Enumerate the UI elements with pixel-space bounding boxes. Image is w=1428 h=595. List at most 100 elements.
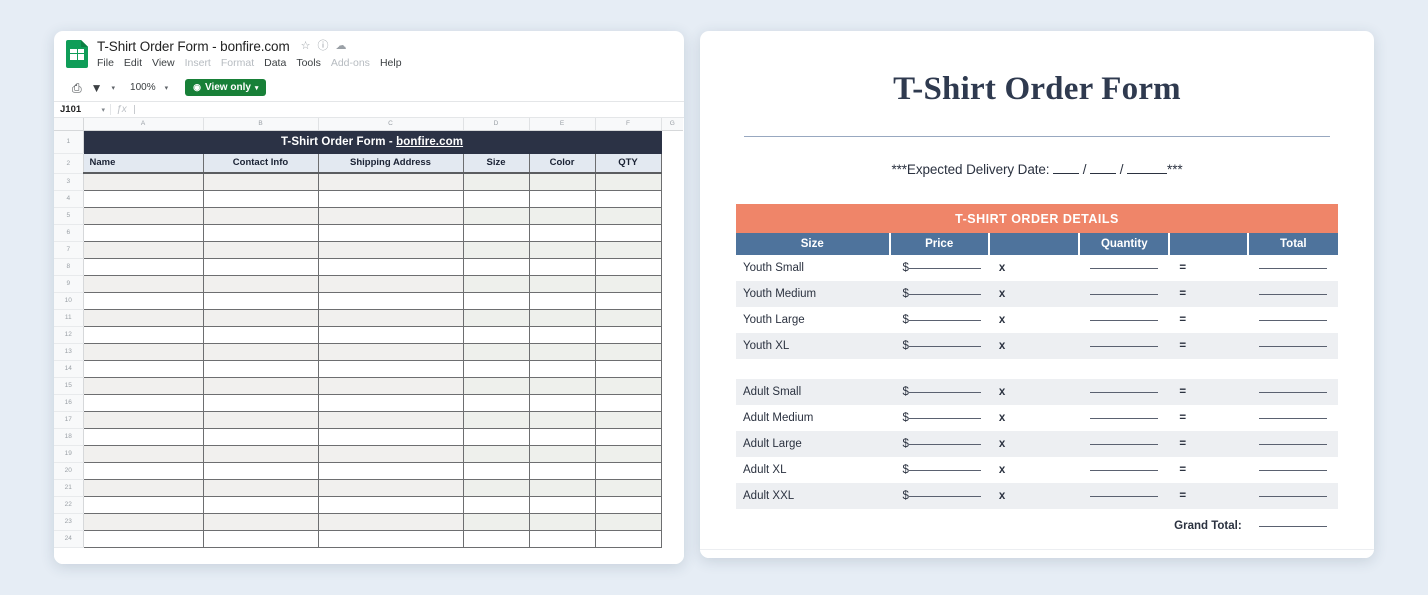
row-header-21[interactable]: 21 xyxy=(54,479,84,497)
cell-c10[interactable] xyxy=(318,292,464,310)
cell-e5[interactable] xyxy=(529,207,596,225)
cell-f15[interactable] xyxy=(595,377,662,395)
order-row-quantity-field[interactable] xyxy=(1079,431,1170,458)
cell-d7[interactable] xyxy=(463,241,530,259)
cell-e19[interactable] xyxy=(529,445,596,463)
cell-g23[interactable] xyxy=(661,513,683,530)
header-cell-size[interactable]: Size xyxy=(463,152,530,174)
cell-a11[interactable] xyxy=(82,309,204,327)
banner-title-cell[interactable]: T-Shirt Order Form - bonfire.com xyxy=(82,129,662,154)
order-row-total-field[interactable] xyxy=(1247,379,1338,406)
row-header-4[interactable]: 4 xyxy=(54,190,84,208)
cell-f5[interactable] xyxy=(595,207,662,225)
header-cell-contact[interactable]: Contact Info xyxy=(203,152,319,174)
order-row-total-field[interactable] xyxy=(1247,281,1338,308)
cell-f16[interactable] xyxy=(595,394,662,412)
cell-d4[interactable] xyxy=(463,190,530,208)
cell-a9[interactable] xyxy=(82,275,204,293)
menu-view[interactable]: View xyxy=(152,57,175,69)
menu-insert[interactable]: Insert xyxy=(185,57,211,69)
cell-e18[interactable] xyxy=(529,428,596,446)
total-blank-line[interactable] xyxy=(1258,294,1327,296)
order-row-quantity-field[interactable] xyxy=(1079,405,1169,431)
grand-total-blank-line[interactable] xyxy=(1258,526,1327,528)
order-row-total-field[interactable] xyxy=(1248,307,1338,333)
cell-b12[interactable] xyxy=(203,326,319,344)
cell-g16[interactable] xyxy=(661,394,683,411)
cell-a24[interactable] xyxy=(82,530,204,548)
row-header-13[interactable]: 13 xyxy=(54,343,84,361)
order-row-total-field[interactable] xyxy=(1247,431,1338,458)
cell-a17[interactable] xyxy=(82,411,204,429)
total-blank-line[interactable] xyxy=(1258,268,1327,270)
cell-a18[interactable] xyxy=(82,428,204,446)
order-row-price-field[interactable]: $ xyxy=(890,307,989,333)
order-row-total-field[interactable] xyxy=(1247,333,1338,360)
cell-b23[interactable] xyxy=(203,513,319,531)
cell-b7[interactable] xyxy=(203,241,319,259)
row-header-18[interactable]: 18 xyxy=(54,428,84,446)
order-row-quantity-field[interactable] xyxy=(1079,255,1169,281)
cell-g15[interactable] xyxy=(661,377,683,394)
cell-f14[interactable] xyxy=(595,360,662,378)
cell-d14[interactable] xyxy=(463,360,530,378)
cell-a23[interactable] xyxy=(82,513,204,531)
cell-g14[interactable] xyxy=(661,360,683,377)
cell-a13[interactable] xyxy=(82,343,204,361)
cell-c13[interactable] xyxy=(318,343,464,361)
cell-g8[interactable] xyxy=(661,258,683,275)
cell-b13[interactable] xyxy=(203,343,319,361)
price-blank-line[interactable] xyxy=(908,268,981,270)
menu-addons[interactable]: Add-ons xyxy=(331,57,370,69)
cell-c16[interactable] xyxy=(318,394,464,412)
cell-a19[interactable] xyxy=(82,445,204,463)
order-row-total-field[interactable] xyxy=(1248,255,1338,281)
cell-d3[interactable] xyxy=(463,173,530,191)
price-blank-line[interactable] xyxy=(908,470,981,472)
cell-a4[interactable] xyxy=(82,190,204,208)
header-cell-name[interactable]: Name xyxy=(83,152,204,174)
cell-b19[interactable] xyxy=(203,445,319,463)
banner-link[interactable]: bonfire.com xyxy=(396,136,463,148)
cell-b3[interactable] xyxy=(203,173,319,191)
cell-c24[interactable] xyxy=(318,530,464,548)
cell-e12[interactable] xyxy=(529,326,596,344)
order-row-total-field[interactable] xyxy=(1248,405,1338,431)
delivery-day-blank[interactable] xyxy=(1090,173,1117,175)
column-header-d[interactable]: D xyxy=(463,118,530,131)
cell-d22[interactable] xyxy=(463,496,530,514)
document-title[interactable]: T-Shirt Order Form - bonfire.com xyxy=(97,39,290,54)
cell-e15[interactable] xyxy=(529,377,596,395)
quantity-blank-line[interactable] xyxy=(1090,418,1159,420)
filter-icon[interactable]: ▼ xyxy=(91,82,103,94)
cell-b14[interactable] xyxy=(203,360,319,378)
view-only-button[interactable]: ◉ View only ▾ xyxy=(185,79,267,96)
cell-a22[interactable] xyxy=(82,496,204,514)
cell-f17[interactable] xyxy=(595,411,662,429)
cell-e24[interactable] xyxy=(529,530,596,548)
row-header-1[interactable]: 1 xyxy=(54,130,84,154)
cell-a10[interactable] xyxy=(82,292,204,310)
cell-g22[interactable] xyxy=(661,496,683,513)
row-header-9[interactable]: 9 xyxy=(54,275,84,293)
menu-file[interactable]: File xyxy=(97,57,114,69)
cell-d20[interactable] xyxy=(463,462,530,480)
cell-c14[interactable] xyxy=(318,360,464,378)
cell-c6[interactable] xyxy=(318,224,464,242)
cell-d8[interactable] xyxy=(463,258,530,276)
total-blank-line[interactable] xyxy=(1258,470,1327,472)
cell-a15[interactable] xyxy=(82,377,204,395)
quantity-blank-line[interactable] xyxy=(1090,294,1159,296)
price-blank-line[interactable] xyxy=(908,444,981,446)
cell-g21[interactable] xyxy=(661,479,683,496)
header-cell-qty[interactable]: QTY xyxy=(595,152,662,174)
cell-g12[interactable] xyxy=(661,326,683,343)
cell-e23[interactable] xyxy=(529,513,596,531)
cell-b4[interactable] xyxy=(203,190,319,208)
row-header-8[interactable]: 8 xyxy=(54,258,84,276)
cell-c8[interactable] xyxy=(318,258,464,276)
menu-data[interactable]: Data xyxy=(264,57,286,69)
cell-g1[interactable] xyxy=(661,130,683,153)
cell-e11[interactable] xyxy=(529,309,596,327)
cell-e6[interactable] xyxy=(529,224,596,242)
